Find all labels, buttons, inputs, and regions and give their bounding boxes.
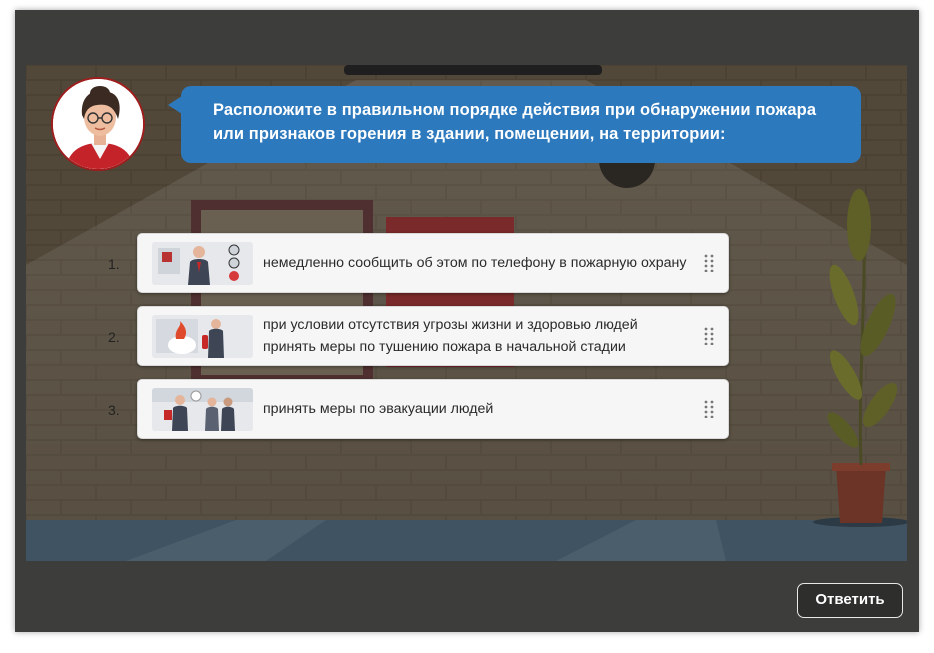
item-number: 2. (108, 329, 120, 345)
item-text: при условии отсутствия угрозы жизни и зд… (263, 317, 638, 355)
fire-extinguisher-icon (152, 315, 253, 358)
drag-handle-icon[interactable] (704, 254, 714, 272)
item-number: 1. (108, 256, 120, 272)
sortable-item[interactable]: принять меры по эвакуации людей (137, 379, 729, 439)
sortable-item[interactable]: немедленно сообщить об этом по телефону … (137, 233, 729, 293)
question-bubble: Расположите в правильном порядке действи… (168, 86, 861, 163)
drag-handle-icon[interactable] (704, 327, 714, 345)
bubble-tail (168, 96, 182, 114)
submit-button[interactable]: Ответить (797, 583, 903, 618)
drag-handle-icon[interactable] (704, 400, 714, 418)
item-number: 3. (108, 402, 120, 418)
question-text: Расположите в правильном порядке действи… (213, 101, 817, 143)
slide-stage: Расположите в правильном порядке действи… (26, 65, 907, 561)
evacuation-icon (152, 388, 253, 431)
item-text: принять меры по эвакуации людей (263, 401, 494, 417)
sortable-item[interactable]: при условии отсутствия угрозы жизни и зд… (137, 306, 729, 366)
presenter-avatar (51, 77, 145, 171)
item-text: немедленно сообщить об этом по телефону … (263, 255, 687, 271)
phone-call-icon (152, 242, 253, 285)
player-frame: Расположите в правильном порядке действи… (15, 10, 919, 632)
